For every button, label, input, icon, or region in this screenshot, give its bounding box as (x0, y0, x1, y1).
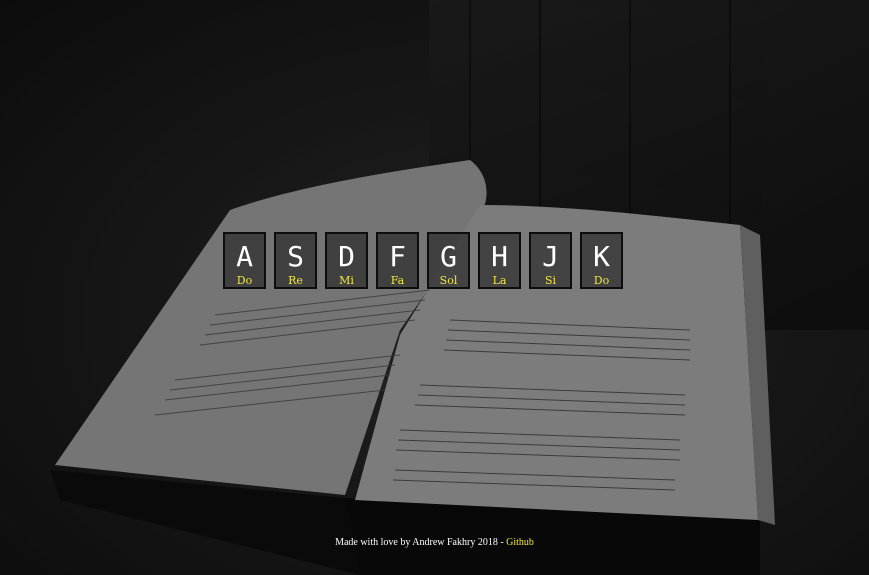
key-k[interactable]: K Do (580, 232, 623, 289)
key-g[interactable]: G Sol (427, 232, 470, 289)
piano-keys: A Do S Re D Mi F Fa G Sol H La J Si K Do (223, 232, 623, 289)
key-s[interactable]: S Re (274, 232, 317, 289)
key-note: La (492, 274, 507, 287)
key-h[interactable]: H La (478, 232, 521, 289)
key-note: Si (544, 274, 557, 287)
key-note: Do (593, 274, 610, 287)
footer-credit: Made with love by Andrew Fakhry 2018 - (335, 537, 507, 548)
key-note: Fa (390, 274, 405, 287)
key-note: Sol (439, 274, 458, 287)
background-photo: A Do S Re D Mi F Fa G Sol H La J Si K Do (0, 0, 869, 575)
key-letter: K (593, 240, 610, 273)
key-a[interactable]: A Do (223, 232, 266, 289)
key-letter: D (338, 240, 355, 273)
key-letter: J (542, 240, 559, 273)
key-letter: A (236, 240, 253, 273)
key-note: Mi (339, 274, 354, 287)
footer: Made with love by Andrew Fakhry 2018 - G… (0, 537, 869, 548)
key-letter: S (287, 240, 304, 273)
key-letter: H (491, 240, 508, 273)
github-link[interactable]: Github (506, 537, 534, 548)
key-letter: F (389, 240, 406, 273)
key-note: Do (236, 274, 253, 287)
key-d[interactable]: D Mi (325, 232, 368, 289)
key-j[interactable]: J Si (529, 232, 572, 289)
key-f[interactable]: F Fa (376, 232, 419, 289)
key-letter: G (440, 240, 457, 273)
key-note: Re (288, 274, 303, 287)
